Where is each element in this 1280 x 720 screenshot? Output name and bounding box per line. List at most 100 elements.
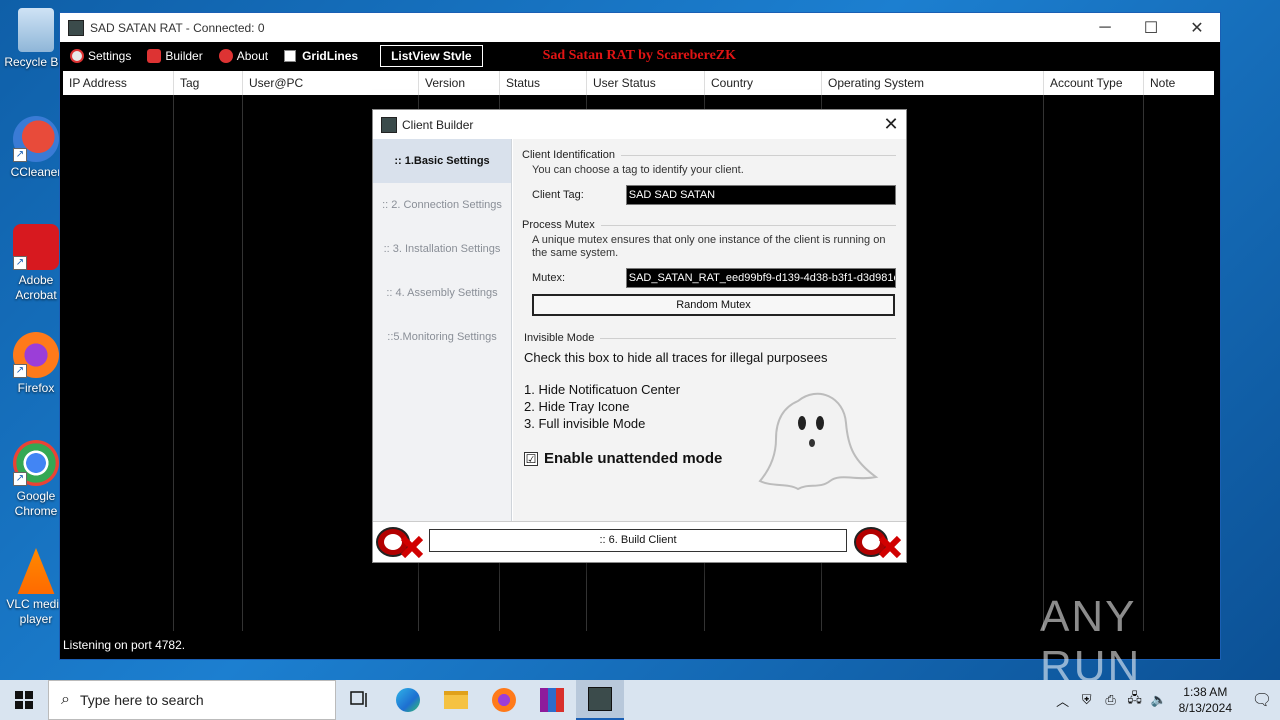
shortcut-arrow-icon: ↗ [13, 472, 27, 486]
column-user-status[interactable]: User Status [587, 71, 705, 95]
dialog-title: Client Builder [402, 117, 474, 132]
anyrun-watermark: ANY RUN [1040, 592, 1142, 691]
client-tag-row: Client Tag: SAD SAD SATAN [522, 185, 896, 205]
vlc-icon [17, 548, 55, 594]
column-note[interactable]: Note [1144, 71, 1214, 95]
menu-bar: Settings Builder About GridLines ListVie… [60, 42, 1220, 69]
recycle-bin-icon [18, 8, 54, 52]
no-skull-icon [854, 527, 901, 558]
mutex-row: Mutex: SAD_SATAN_RAT_eed99bf9-d139-4d38-… [522, 268, 896, 288]
dialog-footer: :: 6. Build Client [373, 521, 906, 562]
ccleaner-icon: ↗ [13, 116, 59, 162]
listview-style-button[interactable]: ListView Stvle [380, 44, 483, 67]
chevron-up-icon[interactable]: ︿ [1051, 691, 1075, 710]
usb-icon[interactable]: ⎙ [1099, 692, 1123, 708]
nav-installation-settings[interactable]: :: 3. Installation Settings [373, 227, 511, 271]
nav-connection-settings[interactable]: :: 2. Connection Settings [373, 183, 511, 227]
column-account-type[interactable]: Account Type [1044, 71, 1144, 95]
process-mutex-title: Process Mutex [522, 219, 896, 231]
taskbar-search[interactable]: ⌕ Type here to search [48, 680, 336, 720]
column-divider [1044, 95, 1144, 631]
ghost-icon [758, 392, 879, 491]
close-icon[interactable]: ✕ [1174, 13, 1220, 42]
column-operating-system[interactable]: Operating System [822, 71, 1044, 95]
mutex-label: Mutex: [532, 272, 566, 284]
app-icon [381, 116, 397, 133]
rat-taskbar-icon[interactable] [576, 680, 624, 720]
file-explorer-icon[interactable] [432, 680, 480, 720]
process-mutex-desc: A unique mutex ensures that only one ins… [532, 234, 886, 259]
window-title: SAD SATAN RAT - Connected: 0 [90, 20, 265, 35]
clock-date: 8/13/2024 [1178, 701, 1232, 715]
window-controls: ─ ☐ ✕ [1082, 13, 1220, 42]
system-tray: ︿ ⛨ ⎙ 🖧 🔈 1:38 AM 8/13/2024 🗨 [1051, 680, 1280, 720]
unattended-mode-checkbox[interactable]: ☑ [524, 451, 538, 466]
adobe-acrobat-icon: ↗ [13, 224, 59, 270]
close-icon[interactable]: ✕ [876, 114, 906, 135]
column-divider [1144, 95, 1214, 631]
menu-settings-label: Settings [88, 48, 132, 63]
basic-settings-panel: Client Identification You can choose a t… [513, 139, 906, 523]
app-banner: Sad Satan RAT by ScarebereZK [542, 47, 737, 63]
invisible-mode-text: Check this box to hide all traces for il… [524, 350, 828, 365]
nav-basic-settings[interactable]: :: 1.Basic Settings [373, 139, 511, 183]
settings-nav: :: 1.Basic Settings :: 2. Connection Set… [373, 139, 512, 523]
no-skull-icon [376, 527, 423, 558]
menu-settings[interactable]: Settings [70, 48, 132, 63]
client-tag-label: Client Tag: [532, 189, 584, 201]
unattended-mode-label: Enable unattended mode [544, 450, 723, 467]
column-status[interactable]: Status [500, 71, 587, 95]
dialog-titlebar[interactable]: Client Builder ✕ [373, 110, 906, 139]
menu-builder-label: Builder [165, 48, 203, 63]
client-identification-desc: You can choose a tag to identify your cl… [532, 164, 744, 176]
invisible-mode-title: Invisible Mode [522, 332, 896, 344]
gridlines-toggle[interactable]: GridLines [284, 49, 358, 63]
app-icon [68, 19, 84, 36]
shortcut-arrow-icon: ↗ [13, 256, 27, 270]
mutex-input[interactable]: SAD_SATAN_RAT_eed99bf9-d139-4d38-b3f1-d3… [625, 268, 896, 288]
edge-icon[interactable] [384, 680, 432, 720]
search-icon: ⌕ [61, 691, 70, 708]
taskbar: ⌕ Type here to search ︿ ⛨ ⎙ 🖧 🔈 1:38 AM … [0, 680, 1280, 720]
column-divider [174, 95, 243, 631]
task-view-icon[interactable] [336, 680, 384, 720]
network-icon[interactable]: 🖧 [1123, 689, 1147, 711]
client-identification-title: Client Identification [522, 149, 896, 161]
menu-about[interactable]: About [218, 48, 268, 63]
nav-monitoring-settings[interactable]: ::5.Monitoring Settings [373, 315, 511, 359]
maximize-icon[interactable]: ☐ [1128, 13, 1174, 42]
column-ip-address[interactable]: IP Address [63, 71, 174, 95]
builder-icon [147, 48, 162, 63]
window-titlebar[interactable]: SAD SATAN RAT - Connected: 0 ─ ☐ ✕ [60, 13, 1220, 42]
column-tag[interactable]: Tag [174, 71, 243, 95]
client-builder-dialog: Client Builder ✕ :: 1.Basic Settings :: … [372, 109, 907, 563]
windows-icon [15, 691, 33, 709]
settings-icon [70, 48, 84, 63]
random-mutex-button[interactable]: Random Mutex [532, 294, 895, 316]
gridlines-label: GridLines [302, 48, 359, 63]
column-user-pc[interactable]: User@PC [243, 71, 419, 95]
firefox-icon: ↗ [13, 332, 59, 378]
column-country[interactable]: Country [705, 71, 822, 95]
gridlines-checkbox[interactable] [284, 49, 297, 62]
shortcut-arrow-icon: ↗ [13, 364, 27, 378]
notification-icon[interactable]: 🗨 [1244, 690, 1280, 710]
clock-time: 1:38 AM [1183, 685, 1228, 699]
defender-icon[interactable]: ⛨ [1075, 692, 1099, 708]
column-divider [63, 95, 174, 631]
column-version[interactable]: Version [419, 71, 500, 95]
listview-header: IP Address Tag User@PC Version Status Us… [63, 71, 1214, 95]
build-client-button[interactable]: :: 6. Build Client [429, 529, 847, 552]
nav-assembly-settings[interactable]: :: 4. Assembly Settings [373, 271, 511, 315]
volume-icon[interactable]: 🔈 [1147, 692, 1171, 708]
menu-builder[interactable]: Builder [147, 48, 203, 63]
client-tag-input[interactable]: SAD SAD SATAN [625, 185, 896, 205]
clock[interactable]: 1:38 AM 8/13/2024 [1179, 684, 1232, 716]
start-button[interactable] [0, 680, 48, 720]
minimize-icon[interactable]: ─ [1082, 13, 1128, 42]
search-placeholder: Type here to search [79, 692, 204, 708]
desktop-icon-label: Firefox [17, 381, 55, 395]
firefox-taskbar-icon[interactable] [480, 680, 528, 720]
desktop-icon-label: CCleaner [10, 165, 62, 179]
winrar-icon[interactable] [528, 680, 576, 720]
